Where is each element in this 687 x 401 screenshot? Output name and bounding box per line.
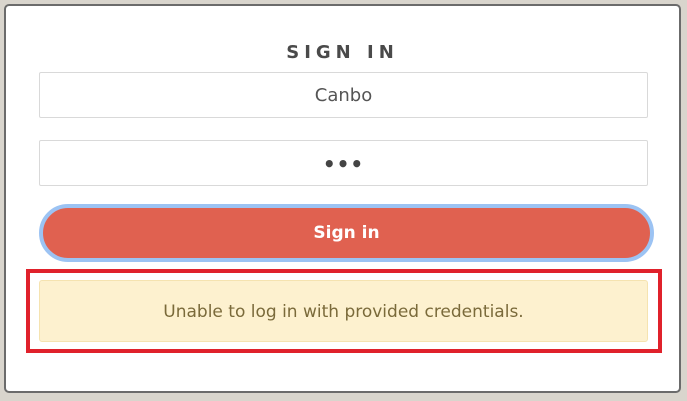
error-alert: Unable to log in with provided credentia… (39, 280, 648, 342)
password-input[interactable]: ••• (39, 140, 648, 186)
error-message: Unable to log in with provided credentia… (163, 302, 524, 322)
signin-button[interactable]: Sign in (39, 204, 654, 262)
signin-title: SIGN IN (286, 42, 399, 63)
username-value: Canbo (314, 85, 373, 106)
password-mask: ••• (322, 152, 365, 176)
signin-button-label: Sign in (313, 223, 380, 243)
signin-card: SIGN IN Canbo ••• Sign in Unable to log … (4, 4, 681, 393)
username-input[interactable]: Canbo (39, 72, 648, 118)
